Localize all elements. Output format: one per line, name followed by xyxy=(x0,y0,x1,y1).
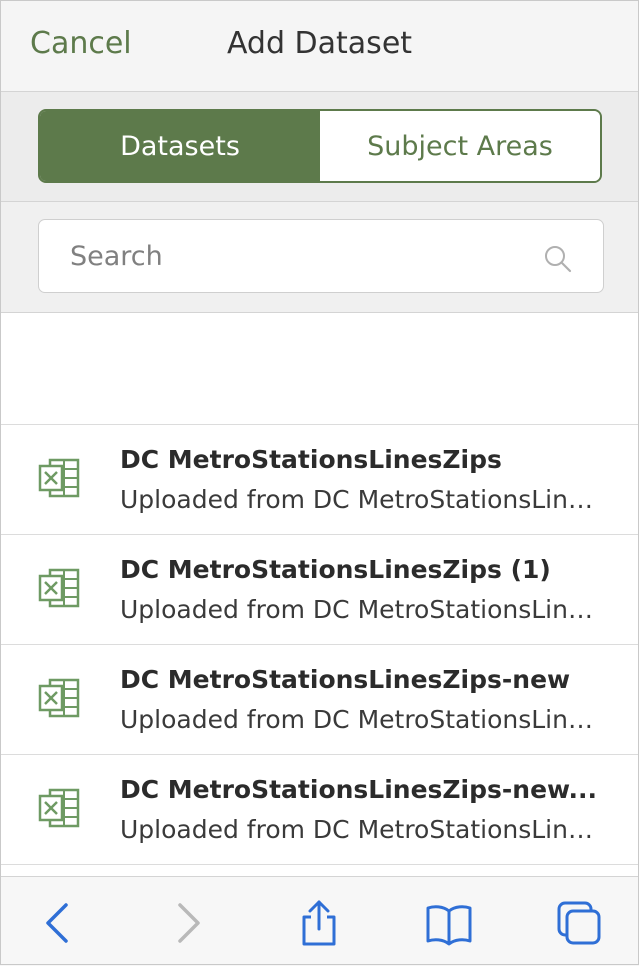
tab-subject-areas[interactable]: Subject Areas xyxy=(320,111,600,181)
forward-icon[interactable] xyxy=(164,899,212,947)
search-box xyxy=(38,219,604,293)
search-input[interactable] xyxy=(70,232,530,280)
dataset-name: DC MetroStationsLinesZips xyxy=(120,445,502,474)
share-icon[interactable] xyxy=(295,899,343,947)
browser-toolbar xyxy=(0,876,639,966)
tab-datasets[interactable]: Datasets xyxy=(40,111,320,181)
dataset-name: DC MetroStationsLinesZips-new xyxy=(120,665,571,694)
list-item[interactable]: DC MetroStationsLinesZips (1) Uploaded f… xyxy=(0,534,639,644)
dataset-list: DC MetroStationsLinesZips Uploaded from … xyxy=(0,424,639,865)
page-title: Add Dataset xyxy=(226,26,413,61)
excel-file-icon xyxy=(38,458,80,498)
excel-file-icon xyxy=(38,568,80,608)
search-icon[interactable] xyxy=(543,244,573,274)
back-icon[interactable] xyxy=(34,899,82,947)
tabs-icon[interactable] xyxy=(555,899,603,947)
bookmarks-icon[interactable] xyxy=(425,899,473,947)
list-item[interactable]: DC MetroStationsLinesZips-new Uploaded f… xyxy=(0,644,639,754)
excel-file-icon xyxy=(38,788,80,828)
dataset-name: DC MetroStationsLinesZips-new... xyxy=(120,775,598,804)
list-divider xyxy=(0,864,639,865)
dataset-description: Uploaded from DC MetroStationsLinesZips.… xyxy=(120,595,600,624)
dataset-description: Uploaded from DC MetroStationsLinesZips.… xyxy=(120,815,600,844)
dataset-description: Uploaded from DC MetroStationsLinesZips.… xyxy=(120,705,600,734)
dataset-name: DC MetroStationsLinesZips (1) xyxy=(120,555,551,584)
segment-bar: Datasets Subject Areas xyxy=(0,92,639,202)
search-bar xyxy=(0,202,639,313)
dataset-description: Uploaded from DC MetroStationsLinesZips.… xyxy=(120,485,600,514)
nav-header: Cancel Add Dataset xyxy=(0,0,639,92)
excel-file-icon xyxy=(38,678,80,718)
list-item[interactable]: DC MetroStationsLinesZips-new... Uploade… xyxy=(0,754,639,864)
segmented-control: Datasets Subject Areas xyxy=(38,109,602,183)
list-item[interactable]: DC MetroStationsLinesZips Uploaded from … xyxy=(0,424,639,534)
